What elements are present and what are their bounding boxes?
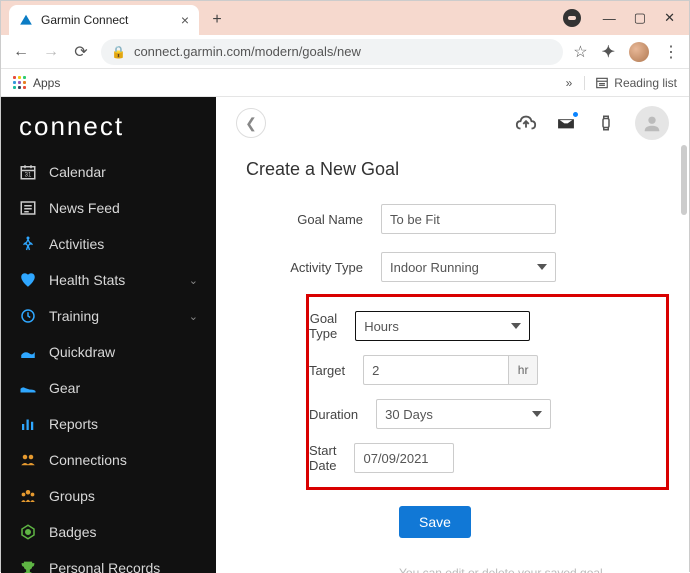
target-label: Target	[309, 363, 363, 378]
svg-text:31: 31	[25, 173, 32, 179]
sidebar: connect 31 Calendar News Feed Activities…	[1, 97, 216, 573]
address-bar[interactable]: 🔒 connect.garmin.com/modern/goals/new	[101, 39, 563, 65]
chevron-down-icon: ⌄	[189, 274, 198, 287]
sidebar-item-connections[interactable]: Connections	[1, 442, 216, 478]
sidebar-item-label: Connections	[49, 452, 127, 468]
activity-type-label: Activity Type	[246, 260, 381, 275]
sidebar-item-calendar[interactable]: 31 Calendar	[1, 154, 216, 190]
sidebar-item-label: Personal Records	[49, 560, 160, 573]
sidebar-item-label: Activities	[49, 236, 104, 252]
incognito-icon	[563, 9, 581, 27]
quickdraw-icon	[19, 343, 37, 361]
profile-avatar-icon[interactable]	[629, 42, 649, 62]
close-window-button[interactable]: ✕	[664, 10, 675, 26]
browser-tab[interactable]: Garmin Connect ×	[9, 5, 199, 35]
forward-button[interactable]: →	[41, 43, 61, 61]
duration-label: Duration	[309, 407, 376, 422]
sidebar-item-label: Quickdraw	[49, 344, 115, 360]
sidebar-item-label: Badges	[49, 524, 96, 540]
activities-icon	[19, 235, 37, 253]
duration-select[interactable]: 30 Days	[376, 399, 551, 429]
calendar-icon: 31	[19, 163, 37, 181]
main-content: ❮ Create a New Goal Goal Name Activity T…	[216, 97, 689, 573]
browser-toolbar: ← → ⟳ 🔒 connect.garmin.com/modern/goals/…	[1, 35, 689, 69]
target-unit: hr	[508, 355, 538, 385]
sidebar-item-label: Groups	[49, 488, 95, 504]
page-back-button[interactable]: ❮	[236, 108, 266, 138]
sidebar-item-label: Reports	[49, 416, 98, 432]
inbox-icon[interactable]	[555, 112, 577, 134]
sidebar-item-badges[interactable]: Badges	[1, 514, 216, 550]
target-input[interactable]	[363, 355, 508, 385]
training-icon	[19, 307, 37, 325]
menu-icon[interactable]: ⋮	[663, 42, 679, 62]
chevron-down-icon: ⌄	[189, 310, 198, 323]
goal-type-label: Goal Type	[309, 311, 355, 341]
apps-icon[interactable]	[13, 76, 27, 90]
sidebar-item-quickdraw[interactable]: Quickdraw	[1, 334, 216, 370]
app-logo: connect	[1, 97, 216, 154]
connections-icon	[19, 451, 37, 469]
reports-icon	[19, 415, 37, 433]
content-header: ❮	[216, 97, 689, 149]
newsfeed-icon	[19, 199, 37, 217]
cloud-upload-icon[interactable]	[515, 112, 537, 134]
badge-icon	[19, 523, 37, 541]
reading-list-button[interactable]: Reading list	[584, 76, 677, 90]
new-tab-button[interactable]: +	[205, 8, 229, 32]
start-date-input[interactable]	[354, 443, 454, 473]
sidebar-item-label: Gear	[49, 380, 80, 396]
lock-icon: 🔒	[111, 45, 126, 59]
sidebar-item-groups[interactable]: Groups	[1, 478, 216, 514]
garmin-favicon	[19, 13, 33, 27]
sidebar-item-label: Calendar	[49, 164, 106, 180]
trophy-icon	[19, 559, 37, 573]
start-date-label: Start Date	[309, 443, 354, 473]
scrollbar-thumb[interactable]	[681, 145, 687, 215]
goal-name-input[interactable]	[381, 204, 556, 234]
url-text: connect.garmin.com/modern/goals/new	[134, 44, 361, 59]
reading-list-icon	[595, 76, 609, 90]
sidebar-item-activities[interactable]: Activities	[1, 226, 216, 262]
sidebar-item-records[interactable]: Personal Records	[1, 550, 216, 573]
bookmarks-bar: Apps » Reading list	[1, 69, 689, 97]
notification-dot	[572, 111, 579, 118]
window-controls: — ▢ ✕	[563, 1, 681, 35]
close-tab-icon[interactable]: ×	[181, 12, 189, 28]
extensions-icon[interactable]: ✦	[602, 42, 615, 62]
maximize-button[interactable]: ▢	[634, 10, 646, 26]
sidebar-item-label: Training	[49, 308, 99, 324]
sidebar-item-label: Health Stats	[49, 272, 125, 288]
activity-type-select[interactable]: Indoor Running	[381, 252, 556, 282]
heart-icon	[19, 271, 37, 289]
shoe-icon	[19, 379, 37, 397]
user-avatar[interactable]	[635, 106, 669, 140]
sidebar-item-reports[interactable]: Reports	[1, 406, 216, 442]
browser-tab-strip: Garmin Connect × + — ▢ ✕	[1, 1, 689, 35]
goal-name-label: Goal Name	[246, 212, 381, 227]
minimize-button[interactable]: —	[603, 11, 616, 26]
bookmarks-overflow-icon[interactable]: »	[566, 76, 573, 90]
apps-label[interactable]: Apps	[33, 76, 60, 90]
sidebar-item-training[interactable]: Training ⌄	[1, 298, 216, 334]
sidebar-item-gear[interactable]: Gear	[1, 370, 216, 406]
sidebar-item-label: News Feed	[49, 200, 120, 216]
save-button[interactable]: Save	[399, 506, 471, 538]
sidebar-item-newsfeed[interactable]: News Feed	[1, 190, 216, 226]
sidebar-item-health[interactable]: Health Stats ⌄	[1, 262, 216, 298]
watch-icon[interactable]	[595, 112, 617, 134]
tab-title: Garmin Connect	[41, 13, 173, 27]
page-title: Create a New Goal	[246, 159, 659, 180]
groups-icon	[19, 487, 37, 505]
star-bookmark-icon[interactable]: ☆	[573, 42, 587, 62]
reload-button[interactable]: ⟳	[71, 42, 91, 62]
back-button[interactable]: ←	[11, 43, 31, 61]
goal-type-select[interactable]: Hours	[355, 311, 530, 341]
highlighted-section: Goal Type Hours Target hr Duration 30 Da…	[306, 294, 669, 490]
